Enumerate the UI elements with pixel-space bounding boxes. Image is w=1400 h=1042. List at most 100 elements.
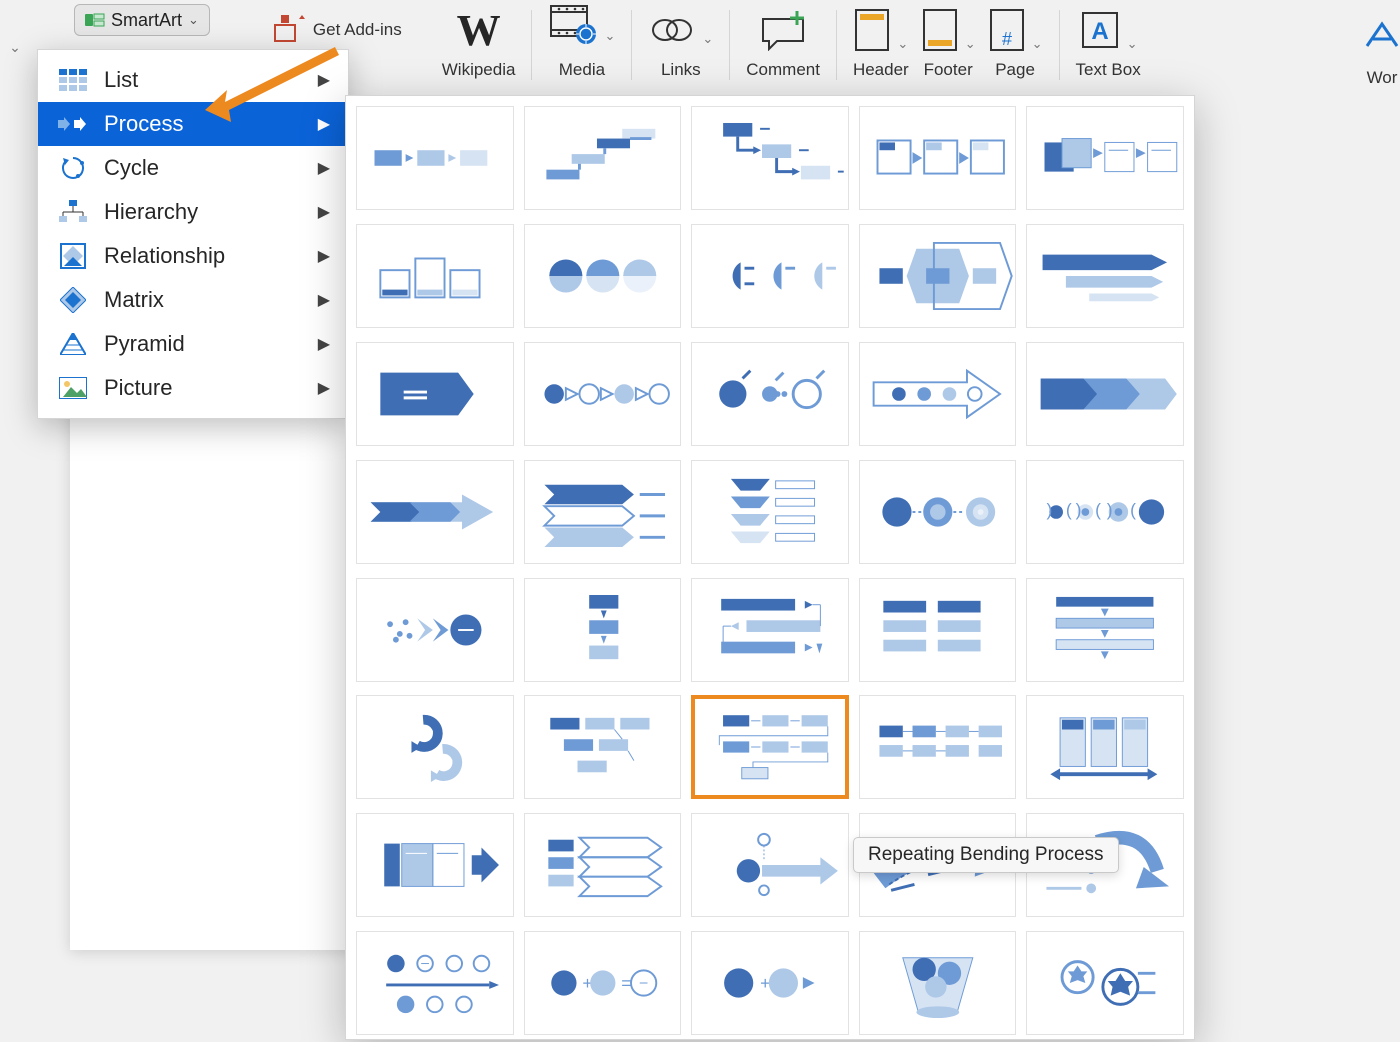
process-thumb-11[interactable] bbox=[524, 342, 682, 446]
process-thumb-32[interactable] bbox=[691, 813, 849, 917]
relationship-icon bbox=[56, 243, 90, 269]
process-thumb-23[interactable] bbox=[859, 578, 1017, 682]
process-thumb-0[interactable] bbox=[356, 106, 514, 210]
links-button[interactable]: ⌄ Links bbox=[642, 0, 719, 95]
process-thumb-3[interactable] bbox=[859, 106, 1017, 210]
smartart-button[interactable]: SmartArt ⌄ bbox=[74, 4, 210, 36]
gallery-tooltip: Repeating Bending Process bbox=[853, 837, 1119, 873]
page-number-button[interactable]: #⌄ Page bbox=[982, 0, 1049, 95]
process-thumb-10[interactable] bbox=[356, 342, 514, 446]
process-thumb-21[interactable] bbox=[524, 578, 682, 682]
smartart-label: SmartArt bbox=[111, 10, 182, 31]
process-thumb-27[interactable] bbox=[691, 695, 849, 799]
process-thumb-36[interactable]: += bbox=[524, 931, 682, 1035]
wikipedia-button[interactable]: W Wikipedia bbox=[436, 0, 522, 95]
textbox-label: Text Box bbox=[1076, 60, 1141, 80]
process-thumb-15[interactable] bbox=[356, 460, 514, 564]
process-thumb-39[interactable] bbox=[1026, 931, 1184, 1035]
hierarchy-icon bbox=[56, 200, 90, 224]
sa-label: Matrix bbox=[104, 287, 318, 313]
list-icon bbox=[56, 69, 90, 91]
sa-label: Relationship bbox=[104, 243, 318, 269]
sa-label: List bbox=[104, 67, 318, 93]
process-thumb-5[interactable] bbox=[356, 224, 514, 328]
cycle-icon bbox=[56, 155, 90, 181]
links-icon bbox=[648, 12, 696, 48]
submenu-arrow-icon: ▶ bbox=[318, 290, 330, 310]
page-label: Page bbox=[995, 60, 1035, 80]
header-label: Header bbox=[853, 60, 909, 80]
page-number-icon: # bbox=[988, 8, 1026, 52]
process-thumb-18[interactable] bbox=[859, 460, 1017, 564]
chevron-down-icon: ⌄ bbox=[1127, 36, 1138, 52]
media-label: Media bbox=[559, 60, 605, 80]
sa-item-hierarchy[interactable]: Hierarchy ▶ bbox=[38, 190, 348, 234]
submenu-arrow-icon: ▶ bbox=[318, 246, 330, 266]
process-thumb-13[interactable] bbox=[859, 342, 1017, 446]
svg-text:#: # bbox=[1002, 29, 1012, 49]
process-thumb-7[interactable] bbox=[691, 224, 849, 328]
sa-label: Pyramid bbox=[104, 331, 318, 357]
process-thumb-6[interactable] bbox=[524, 224, 682, 328]
svg-text:A: A bbox=[1091, 18, 1108, 45]
addins-label[interactable]: Get Add-ins bbox=[313, 20, 402, 40]
process-thumb-24[interactable] bbox=[1026, 578, 1184, 682]
submenu-arrow-icon: ▶ bbox=[318, 70, 330, 90]
process-thumb-25[interactable] bbox=[356, 695, 514, 799]
comment-label: Comment bbox=[746, 60, 820, 80]
textbox-icon: A bbox=[1079, 9, 1121, 51]
comment-icon bbox=[757, 9, 809, 51]
wikipedia-label: Wikipedia bbox=[442, 60, 516, 80]
process-thumb-19[interactable]: )()()( bbox=[1026, 460, 1184, 564]
process-thumb-20[interactable] bbox=[356, 578, 514, 682]
process-thumb-16[interactable] bbox=[524, 460, 682, 564]
sa-item-process[interactable]: Process ▶ bbox=[38, 102, 348, 146]
process-icon bbox=[56, 117, 90, 131]
process-thumb-17[interactable] bbox=[691, 460, 849, 564]
prior-group-chevron[interactable]: ⌄ bbox=[0, 0, 30, 95]
svg-text:(: ( bbox=[1130, 500, 1136, 520]
sa-item-relationship[interactable]: Relationship ▶ bbox=[38, 234, 348, 278]
sa-label: Picture bbox=[104, 375, 318, 401]
media-button[interactable]: ⌄ Media bbox=[542, 0, 621, 95]
process-thumb-38[interactable] bbox=[859, 931, 1017, 1035]
sa-item-list[interactable]: List ▶ bbox=[38, 58, 348, 102]
sa-item-cycle[interactable]: Cycle ▶ bbox=[38, 146, 348, 190]
process-thumb-35[interactable] bbox=[356, 931, 514, 1035]
process-thumb-26[interactable] bbox=[524, 695, 682, 799]
header-button[interactable]: ⌄ Header bbox=[847, 0, 915, 95]
process-thumb-2[interactable] bbox=[691, 106, 849, 210]
chevron-down-icon: ⌄ bbox=[188, 12, 199, 28]
wordart-button[interactable]: Wor bbox=[1364, 20, 1400, 88]
process-thumb-9[interactable] bbox=[1026, 224, 1184, 328]
process-thumb-37[interactable]: + bbox=[691, 931, 849, 1035]
addins-icon[interactable] bbox=[271, 15, 305, 45]
process-thumb-14[interactable] bbox=[1026, 342, 1184, 446]
picture-icon bbox=[56, 377, 90, 399]
process-thumb-12[interactable] bbox=[691, 342, 849, 446]
textbox-button[interactable]: A ⌄ Text Box bbox=[1070, 0, 1147, 95]
process-thumb-8[interactable] bbox=[859, 224, 1017, 328]
wikipedia-icon: W bbox=[457, 5, 501, 56]
process-thumb-28[interactable] bbox=[859, 695, 1017, 799]
chevron-down-icon: ⌄ bbox=[965, 36, 976, 52]
svg-text:(: ( bbox=[1095, 500, 1101, 520]
process-thumb-22[interactable] bbox=[691, 578, 849, 682]
svg-text:): ) bbox=[1047, 500, 1053, 520]
process-thumb-1[interactable] bbox=[524, 106, 682, 210]
process-gallery: )()()(+=+ bbox=[345, 95, 1195, 1040]
process-thumb-30[interactable] bbox=[356, 813, 514, 917]
chevron-down-icon: ⌄ bbox=[897, 36, 908, 52]
media-icon bbox=[548, 0, 598, 44]
svg-text:=: = bbox=[621, 973, 631, 993]
footer-icon bbox=[921, 8, 959, 52]
process-thumb-4[interactable] bbox=[1026, 106, 1184, 210]
comment-button[interactable]: Comment bbox=[740, 0, 826, 95]
sa-item-picture[interactable]: Picture ▶ bbox=[38, 366, 348, 410]
sa-item-pyramid[interactable]: Pyramid ▶ bbox=[38, 322, 348, 366]
footer-button[interactable]: ⌄ Footer bbox=[915, 0, 982, 95]
process-thumb-31[interactable] bbox=[524, 813, 682, 917]
chevron-down-icon: ⌄ bbox=[604, 28, 615, 44]
process-thumb-29[interactable] bbox=[1026, 695, 1184, 799]
sa-item-matrix[interactable]: Matrix ▶ bbox=[38, 278, 348, 322]
